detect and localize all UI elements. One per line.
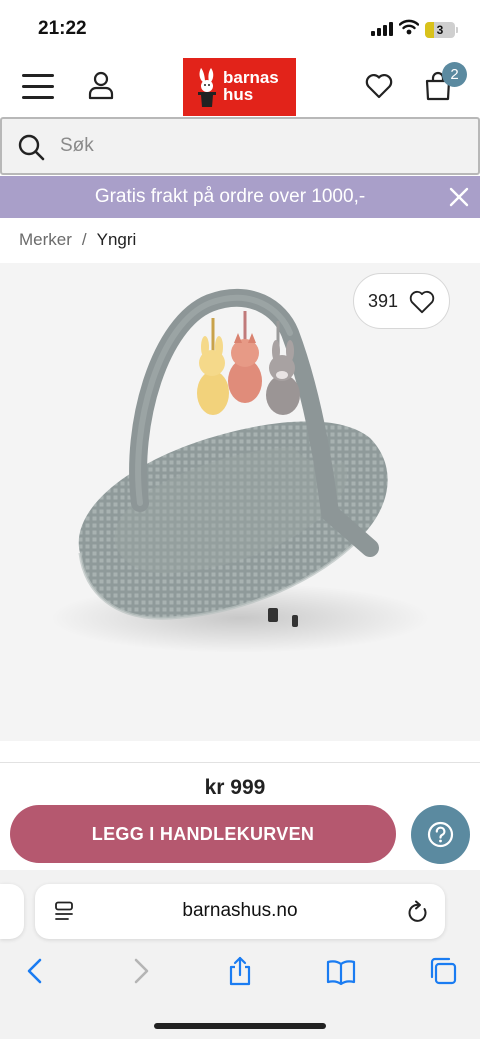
battery-icon: 3 — [425, 22, 455, 38]
help-icon — [427, 821, 454, 848]
favorite-count: 391 — [368, 291, 399, 311]
reload-icon[interactable] — [407, 900, 429, 924]
heart-icon — [409, 290, 435, 314]
product-price: kr 999 — [204, 776, 266, 799]
url-text: barnashus.no — [182, 900, 298, 921]
cart-count-badge: 2 — [442, 62, 467, 87]
barnashus-logo[interactable]: barnas hus — [183, 58, 296, 116]
status-bar: 21:22 3 — [0, 0, 480, 58]
promo-text: Gratis frakt på ordre over 1000,- — [94, 186, 366, 207]
favorite-count-button[interactable]: 391 — [353, 273, 450, 329]
close-icon[interactable] — [446, 184, 472, 210]
divider — [0, 762, 480, 763]
help-button[interactable] — [411, 805, 470, 864]
bookmarks-icon[interactable] — [326, 956, 356, 986]
account-icon[interactable] — [88, 70, 114, 100]
product-gallery[interactable] — [0, 263, 480, 741]
status-time: 21:22 — [38, 18, 87, 39]
back-icon[interactable] — [21, 956, 51, 986]
site-header: barnas hus 2 — [0, 58, 480, 116]
search-bar — [0, 117, 480, 175]
previous-tab-preview[interactable] — [0, 884, 24, 939]
breadcrumb-item-merker[interactable]: Merker — [19, 230, 72, 249]
browser-toolbar: barnashus.no — [0, 870, 480, 1039]
cellular-signal-icon — [371, 22, 393, 36]
search-input[interactable] — [60, 131, 440, 161]
breadcrumb-item-yngri[interactable]: Yngri — [97, 230, 137, 249]
share-icon[interactable] — [225, 956, 255, 986]
bunny-logo-icon — [198, 68, 216, 107]
add-to-cart-button[interactable]: LEGG I HANDLEKURVEN — [10, 805, 396, 863]
address-bar[interactable]: barnashus.no — [35, 884, 445, 939]
wifi-icon — [399, 19, 419, 35]
battery-level: 3 — [436, 23, 444, 37]
logo-text-line2: hus — [223, 85, 254, 104]
breadcrumb-separator: / — [81, 230, 87, 249]
promo-banner: Gratis frakt på ordre over 1000,- — [0, 176, 480, 218]
menu-icon[interactable] — [22, 74, 54, 100]
search-icon[interactable] — [17, 133, 45, 161]
breadcrumb: Merker / Yngri — [19, 230, 136, 250]
tabs-icon[interactable] — [428, 956, 458, 986]
home-indicator[interactable] — [154, 1023, 326, 1029]
forward-icon[interactable] — [125, 956, 155, 986]
logo-text-line1: barnas — [223, 68, 279, 87]
heart-icon[interactable] — [364, 72, 394, 100]
product-image — [50, 288, 430, 653]
